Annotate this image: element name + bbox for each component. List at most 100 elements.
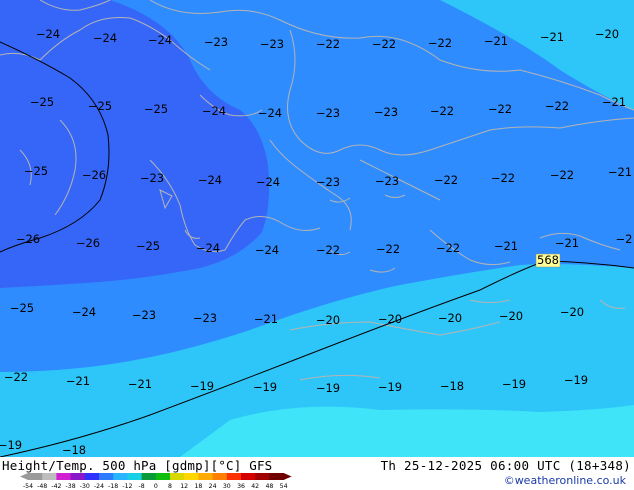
temperature-label: −22 [316,37,340,51]
temperature-label: −21 [602,95,626,109]
temperature-label: −19 [378,380,402,394]
temperature-label: −24 [202,104,226,118]
temperature-label: −22 [428,36,452,50]
temperature-label: −19 [0,438,22,452]
scale-swatch [184,473,199,480]
temperature-label: −23 [316,175,340,189]
temperature-label: −22 [488,102,512,116]
temperature-label: −19 [564,373,588,387]
temperature-label: −22 [376,242,400,256]
scale-tick-label: -12 [122,483,132,489]
scale-tick-label: -18 [108,483,118,489]
temperature-label: −26 [76,236,100,250]
temperature-label: −24 [258,106,282,120]
temperature-label: −22 [545,99,569,113]
scale-swatch [28,473,43,480]
temperature-label: −25 [88,99,112,113]
temperature-label: −23 [374,105,398,119]
scale-swatch [127,473,143,480]
scale-tick-label: 12 [180,483,188,489]
scale-tick-label: -54 [23,483,33,489]
temperature-label: −21 [540,30,564,44]
scale-swatch [70,473,86,480]
temperature-label: −23 [204,35,228,49]
temperature-label: −2 [616,232,633,246]
scale-tick-label: 24 [209,483,217,489]
scale-swatch [42,473,57,480]
temperature-label: −22 [316,243,340,257]
color-scale-bar: -54 -48 -42 -38 -30 -24 -18 -12 -8 0 8 12 18 24 30 36 42… [20,473,292,489]
temperature-label: −26 [16,232,40,246]
temperature-label: −25 [30,95,54,109]
scale-tick-label: 54 [280,483,288,489]
temperature-label: −20 [316,313,340,327]
temperature-label: −22 [4,370,28,384]
temperature-label: −23 [375,174,399,188]
credit-link[interactable]: ©weatheronline.co.uk [504,474,626,487]
temperature-label: −22 [434,173,458,187]
scale-swatch [141,473,157,480]
temperature-label: −19 [316,381,340,395]
scale-swatch [84,473,100,480]
valid-time: Th 25-12-2025 06:00 UTC (18+348) [380,458,631,473]
scale-tick-label: -48 [37,483,47,489]
scale-tick-label: -30 [80,483,90,489]
scale-tick-label: 42 [251,483,259,489]
temperature-label: −25 [136,239,160,253]
temperature-label: −23 [140,171,164,185]
scale-swatch [226,473,242,480]
temperature-label: −24 [72,305,96,319]
weather-map: −24 −24 −24 −23 −23 −22 −22 −22 −21 −21 −20 −25 −25 −… [0,0,634,457]
temperature-label: −23 [193,311,217,325]
temperature-label: −22 [550,168,574,182]
scale-tick-label: -42 [51,483,61,489]
temperature-label: −21 [608,165,632,179]
temperature-label: −20 [499,309,523,323]
temperature-label: −24 [93,31,117,45]
scale-tick-label: 18 [194,483,202,489]
scale-tick-label: -8 [139,483,145,489]
scale-swatch [113,473,128,480]
temperature-label: −22 [491,171,515,185]
scale-swatch [56,473,72,480]
scale-tick-label: -24 [94,483,104,489]
scale-arrow-left [20,473,28,480]
temperature-label: −18 [62,443,86,457]
scale-tick-label: 36 [237,483,245,489]
temperature-label: −22 [430,104,454,118]
scale-tick-label: 48 [265,483,273,489]
temperature-label: −24 [196,241,220,255]
scale-swatch [99,473,114,480]
height-contour-label: 568 [537,253,559,267]
temperature-label: −24 [255,243,279,257]
temperature-label: −25 [24,164,48,178]
scale-swatch [212,473,228,480]
scale-tick-label: -38 [66,483,76,489]
temperature-label: −26 [82,168,106,182]
temperature-label: −19 [502,377,526,391]
scale-tick-label: 8 [168,483,172,489]
temperature-label: −24 [148,33,172,47]
temperature-label: −23 [132,308,156,322]
temperature-label: −21 [555,236,579,250]
temperature-label: −21 [484,34,508,48]
temperature-label: −18 [440,379,464,393]
scale-swatch [170,473,185,480]
temperature-label: −19 [253,380,277,394]
scale-swatch [269,473,285,480]
temperature-label: −22 [436,241,460,255]
temperature-label: −23 [316,106,340,120]
scale-tick-label: 30 [223,483,231,489]
temperature-label: −21 [66,374,90,388]
scale-swatch [198,473,214,480]
temperature-label: −20 [560,305,584,319]
map-title: Height/Temp. 500 hPa [gdmp][°C] GFS [2,458,273,473]
scale-swatch [241,473,256,480]
temperature-label: −20 [595,27,619,41]
temperature-label: −19 [190,379,214,393]
temperature-label: −24 [36,27,60,41]
temperature-label: −20 [378,312,402,326]
temperature-label: −21 [254,312,278,326]
temperature-label: −25 [10,301,34,315]
temperature-label: −23 [260,37,284,51]
